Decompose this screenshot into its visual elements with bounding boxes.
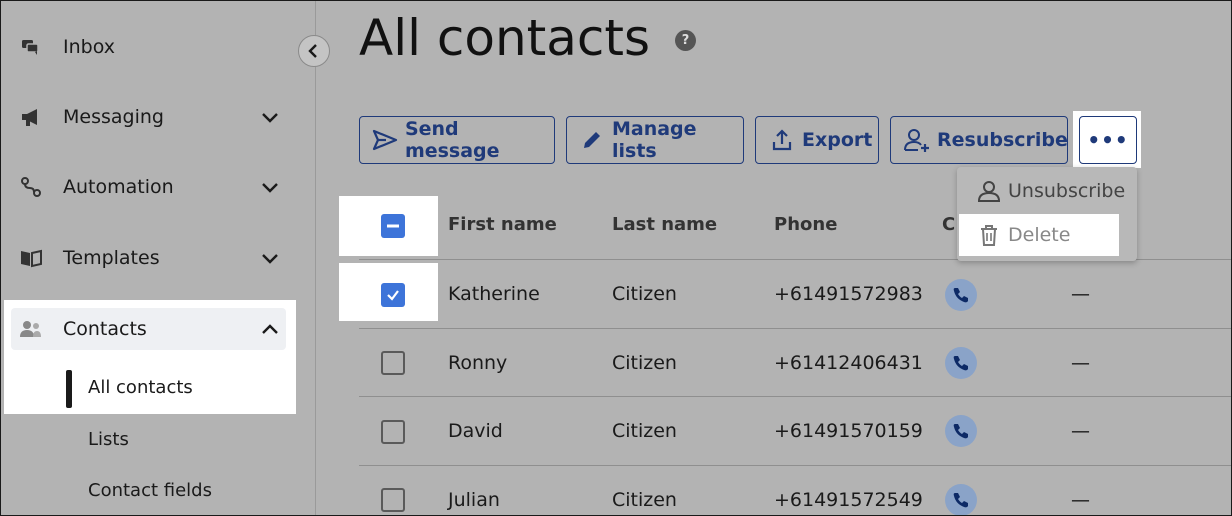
phone-icon (945, 347, 977, 379)
megaphone-icon (19, 105, 43, 129)
cell-first-name: Ronny (448, 352, 508, 374)
trash-icon (977, 223, 1001, 247)
select-all-checkbox[interactable] (381, 214, 405, 238)
cell-phone: +61412406431 (774, 352, 923, 374)
pencil-icon (579, 126, 606, 154)
sidebar: Inbox Messaging Automation Templates Con… (1, 1, 316, 515)
phone-icon (945, 484, 977, 515)
active-indicator (66, 370, 72, 408)
sidebar-item-label: Inbox (63, 36, 115, 58)
minus-icon (387, 224, 399, 228)
cell-extra: — (1071, 352, 1090, 374)
cell-first-name: Julian (448, 489, 500, 511)
phone-icon (945, 279, 977, 311)
help-icon[interactable]: ? (675, 30, 696, 51)
sidebar-item-label: Templates (63, 247, 160, 269)
cell-phone: +61491572549 (774, 489, 923, 511)
subnav-contact-fields[interactable]: Contact fields (88, 480, 212, 501)
row-checkbox[interactable] (381, 283, 405, 307)
menu-item-delete[interactable]: Delete (959, 214, 1119, 256)
phone-icon (945, 415, 977, 447)
menu-item-unsubscribe[interactable]: Unsubscribe (957, 171, 1137, 211)
sidebar-item-label: Messaging (63, 106, 164, 128)
menu-item-label: Delete (1008, 224, 1071, 246)
resubscribe-button[interactable]: Resubscribe (890, 116, 1068, 164)
col-channel[interactable]: C (942, 214, 955, 235)
cell-first-name: David (448, 420, 503, 442)
send-message-label: Send message (404, 118, 500, 162)
app-window: Inbox Messaging Automation Templates Con… (0, 0, 1232, 516)
send-icon (372, 126, 399, 154)
people-icon (19, 317, 43, 341)
cell-extra: — (1071, 420, 1090, 442)
export-button[interactable]: Export (755, 116, 879, 164)
sidebar-item-templates[interactable]: Templates (1, 236, 315, 280)
chevron-left-icon (308, 44, 317, 58)
sidebar-item-inbox[interactable]: Inbox (1, 25, 315, 69)
flow-icon (19, 175, 43, 199)
row-checkbox[interactable] (381, 420, 405, 444)
cell-phone: +61491572983 (774, 283, 923, 305)
cell-extra: — (1071, 283, 1090, 305)
check-icon (387, 290, 399, 301)
export-label: Export (802, 129, 873, 151)
subnav-all-contacts[interactable]: All contacts (88, 377, 193, 398)
sidebar-item-label: Automation (63, 176, 174, 198)
more-actions-button[interactable]: ••• (1079, 116, 1137, 164)
row-divider (359, 396, 1231, 397)
cell-last-name: Citizen (612, 283, 677, 305)
cell-last-name: Citizen (612, 352, 677, 374)
row-checkbox[interactable] (381, 488, 405, 512)
row-divider (359, 465, 1231, 466)
chevron-down-icon[interactable] (259, 106, 281, 128)
sidebar-item-automation[interactable]: Automation (1, 165, 315, 209)
cell-first-name: Katherine (448, 283, 540, 305)
resubscribe-label: Resubscribe (937, 129, 1068, 151)
chevron-down-icon[interactable] (259, 247, 281, 269)
col-first-name[interactable]: First name (448, 214, 557, 235)
book-icon (19, 246, 43, 270)
cell-extra: — (1071, 489, 1090, 511)
user-icon (977, 179, 1001, 203)
upload-icon (768, 126, 796, 154)
row-divider (359, 328, 1231, 329)
manage-lists-button[interactable]: Manage lists (566, 116, 744, 164)
sidebar-item-contacts[interactable]: Contacts (1, 307, 315, 351)
sidebar-item-label: Contacts (63, 318, 147, 340)
sidebar-item-messaging[interactable]: Messaging (1, 95, 315, 139)
cell-last-name: Citizen (612, 420, 677, 442)
page-title: All contacts (359, 9, 651, 67)
col-phone[interactable]: Phone (774, 214, 837, 235)
subnav-lists[interactable]: Lists (88, 429, 129, 450)
cell-phone: +61491570159 (774, 420, 923, 442)
col-last-name[interactable]: Last name (612, 214, 717, 235)
cell-last-name: Citizen (612, 489, 677, 511)
menu-item-label: Unsubscribe (1008, 180, 1126, 202)
chat-icon (19, 35, 43, 59)
collapse-sidebar-button[interactable] (298, 35, 330, 67)
manage-lists-label: Manage lists (611, 118, 697, 162)
send-message-button[interactable]: Send message (359, 116, 555, 164)
row-checkbox[interactable] (381, 351, 405, 375)
chevron-up-icon[interactable] (259, 318, 281, 340)
chevron-down-icon[interactable] (259, 176, 281, 198)
user-add-icon (903, 126, 931, 154)
